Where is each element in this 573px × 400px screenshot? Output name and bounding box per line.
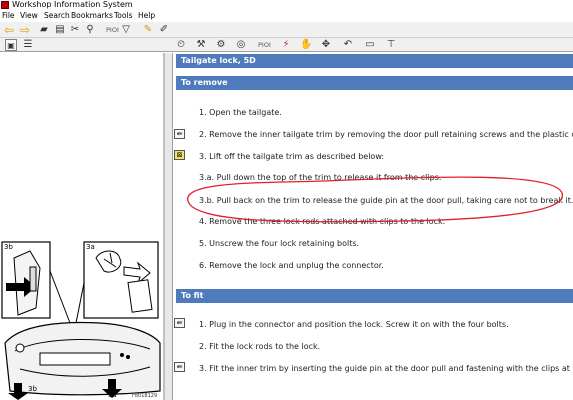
print-icon[interactable]: ▤: [54, 24, 66, 36]
label-3a-top: 3a: [86, 243, 95, 251]
forward-arrow-icon[interactable]: ⇨: [19, 24, 31, 36]
pane-splitter[interactable]: [165, 53, 173, 400]
remove-step-2: 2. Remove the inner tailgate trim by rem…: [199, 130, 573, 139]
app-icon: [1, 1, 9, 9]
remove-step-3a: 3.a. Pull down the top of the trim to re…: [199, 173, 442, 182]
label-3b-top: 3b: [4, 243, 13, 251]
menu-bar: File View Search Bookmarks Tools Help: [0, 10, 573, 22]
window-title: Workshop Information System: [12, 0, 133, 9]
label-3b-bottom: 3b: [28, 385, 37, 393]
secondary-toolbar: ▣ ☰ ⏲ ⚒ ⚙ ◎ PIOI ⚡ ✋ ✥ ↶ ▭ ⊤: [0, 38, 573, 52]
remove-step-3b: 3.b. Pull back on the trim to release th…: [199, 196, 573, 205]
tailgate-illustration: [1, 241, 161, 400]
remove-step-6: 6. Remove the lock and unplug the connec…: [199, 261, 384, 270]
disc-icon[interactable]: ◎: [235, 39, 247, 51]
main-toolbar: ⇦ ⇨ ▰ ▤ ✂ ⚲ PIOI ▽ ✎ ✐: [0, 22, 573, 38]
tools-icon[interactable]: ✂: [69, 24, 81, 36]
move-icon[interactable]: ✥: [320, 39, 332, 51]
pencil-icon[interactable]: ✎: [142, 24, 154, 36]
car-icon[interactable]: ▰: [38, 24, 50, 36]
label-3a-bottom: 3a: [108, 391, 117, 399]
undo-icon[interactable]: ↶: [342, 39, 354, 51]
pen-icon[interactable]: ✐: [158, 24, 170, 36]
figure-code: F8018129: [132, 393, 158, 399]
menu-view[interactable]: View: [20, 10, 38, 22]
menu-tools[interactable]: Tools: [114, 10, 132, 22]
gear-icon[interactable]: ⚙: [215, 39, 227, 51]
pio-label-2[interactable]: PIOI: [258, 39, 271, 51]
tool-icon[interactable]: ⚡: [280, 39, 292, 51]
fit-step-1: 1. Plug in the connector and position th…: [199, 320, 509, 329]
back-arrow-icon[interactable]: ⇦: [3, 24, 15, 36]
clamp-icon[interactable]: ⊤: [385, 39, 397, 51]
remove-step-4: 4. Remove the three lock rods attached w…: [199, 217, 446, 226]
remove-step-5: 5. Unscrew the four lock retaining bolts…: [199, 239, 360, 248]
wrench-icon[interactable]: ⚒: [195, 39, 207, 51]
remove-step-1: 1. Open the tailgate.: [199, 108, 282, 117]
hand-icon[interactable]: ✋: [300, 39, 312, 51]
step-link-icon[interactable]: ⇚: [174, 362, 185, 372]
step-link-icon[interactable]: ⇚: [174, 318, 185, 328]
step-link-icon[interactable]: ⇚: [174, 129, 185, 139]
fit-step-2: 2. Fit the lock rods to the lock.: [199, 342, 321, 351]
binoculars-icon[interactable]: ⚲: [84, 24, 96, 36]
section-to-remove: To remove: [176, 76, 573, 90]
clock-icon[interactable]: ⏲: [175, 39, 187, 51]
filter-icon[interactable]: ▽: [120, 24, 132, 36]
tree-icon[interactable]: ☰: [22, 39, 34, 51]
section-to-fit: To fit: [176, 289, 573, 303]
title-bar: Workshop Information System: [0, 0, 573, 10]
fit-step-3: 3. Fit the inner trim by inserting the g…: [199, 364, 573, 373]
pio-label[interactable]: PIOI: [106, 24, 119, 36]
menu-search[interactable]: Search: [44, 10, 70, 22]
sheet-icon[interactable]: ▭: [364, 39, 376, 51]
document-icon[interactable]: ▣: [5, 39, 17, 51]
document-title: Tailgate lock, 5D: [176, 54, 573, 68]
illustration-pane: 3b 3a 3b 3a F8018129: [0, 53, 165, 400]
remove-step-3: 3. Lift off the tailgate trim as describ…: [199, 152, 385, 161]
note-icon[interactable]: ⊠: [174, 150, 185, 160]
menu-bookmarks[interactable]: Bookmarks: [71, 10, 113, 22]
document-pane: Tailgate lock, 5D To remove 1. Open the …: [174, 53, 573, 400]
menu-file[interactable]: File: [2, 10, 15, 22]
menu-help[interactable]: Help: [138, 10, 155, 22]
